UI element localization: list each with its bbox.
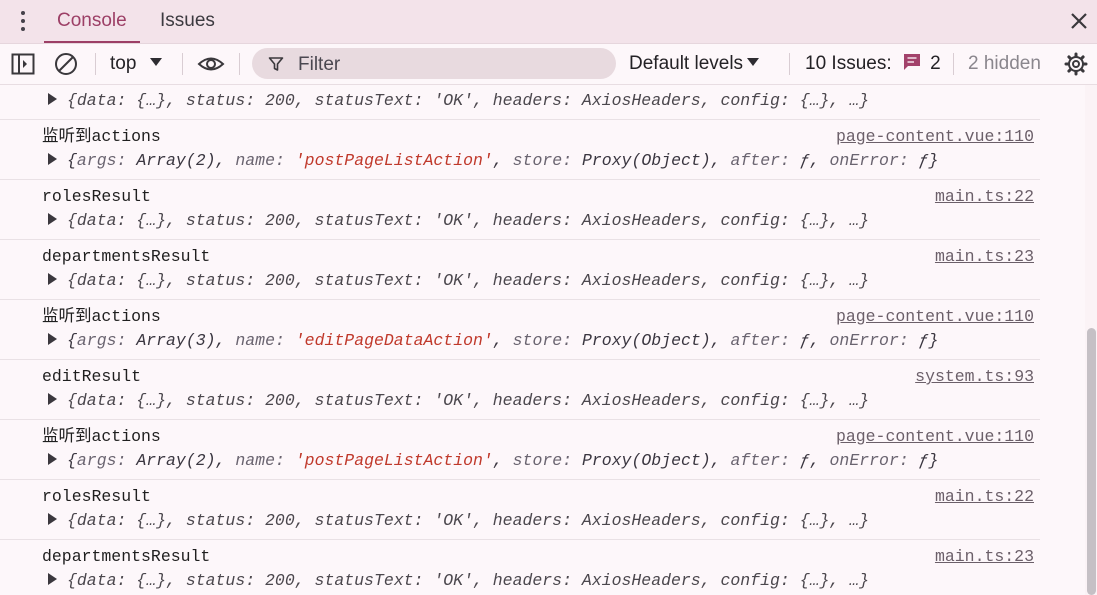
toolbar-divider [789,53,790,75]
expandable-object[interactable]: {data: {…}, status: 200, statusText: 'OK… [48,90,869,112]
action-name: 'postPageListAction' [294,451,493,470]
toolbar-divider [953,53,954,75]
expandable-object[interactable]: {data: {…}, status: 200, statusText: 'OK… [48,390,869,412]
expand-arrow-icon [48,92,57,105]
expandable-object[interactable]: {args: Array(3), name: 'editPageDataActi… [48,330,938,352]
expand-arrow-icon [48,512,57,525]
console-toolbar: top Default levels 10 Issues: 2 2 hidden [0,44,1097,85]
chevron-down-icon [747,57,760,66]
object-preview: {args: Array(2), name: 'postPageListActi… [67,151,939,170]
console-entry: 监听到actions page-content.vue:110 {args: Arr… [0,119,1040,180]
expandable-object[interactable]: {data: {…}, status: 200, statusText: 'OK… [48,270,869,292]
issues-label: 10 Issues: [805,53,892,74]
clear-console-icon[interactable] [54,52,78,76]
args-value: Array(3) [136,331,216,350]
object-preview: {data: {…}, status: 200, statusText: 'OK… [67,391,870,410]
source-link[interactable]: system.ts:93 [915,366,1034,388]
tab-console[interactable]: Console [44,0,140,43]
context-selector-label: top [110,53,137,74]
object-preview: {data: {…}, status: 200, statusText: 'OK… [67,511,870,530]
object-preview: {args: Array(2), name: 'postPageListActi… [67,451,939,470]
source-link[interactable]: page-content.vue:110 [836,426,1034,448]
action-name: 'editPageDataAction' [294,331,493,350]
more-options-icon[interactable] [14,8,32,34]
settings-gear-icon[interactable] [1064,52,1088,76]
object-preview: {args: Array(3), name: 'editPageDataActi… [67,331,939,350]
console-scrollbar[interactable] [1085,85,1097,595]
console-entry: {data: {…}, status: 200, statusText: 'OK… [0,85,1040,120]
log-message: 监听到actions [42,127,161,146]
console-entry: departmentsResult main.ts:23 {data: {…}, s… [0,239,1040,300]
log-message: rolesResult [42,187,151,206]
expand-arrow-icon [48,212,57,225]
expand-arrow-icon [48,572,57,585]
console-entry: 监听到actions page-content.vue:110 {args: Arr… [0,419,1040,480]
hidden-messages-count: 2 hidden [968,53,1041,74]
log-message: 监听到actions [42,307,161,326]
object-preview: {data: {…}, status: 200, statusText: 'OK… [67,91,870,110]
object-preview: {data: {…}, status: 200, statusText: 'OK… [67,571,870,590]
console-entry: rolesResult main.ts:22 {data: {…}, status:… [0,179,1040,240]
issues-counter[interactable]: 10 Issues: 2 [805,52,941,76]
source-link[interactable]: main.ts:22 [935,186,1034,208]
log-message: 监听到actions [42,427,161,446]
console-entry: departmentsResult main.ts:23 {data: {…}, s… [0,539,1040,595]
context-selector[interactable]: top [110,52,163,76]
args-value: Array(2) [136,451,216,470]
source-link[interactable]: page-content.vue:110 [836,306,1034,328]
scrollbar-thumb[interactable] [1087,328,1096,595]
toolbar-divider [182,53,183,75]
filter-bar [252,48,616,81]
expand-arrow-icon [48,152,57,165]
devtools-tab-bar: Console Issues [0,0,1097,44]
issue-message-icon [903,53,920,70]
chevron-down-icon [150,57,163,66]
close-icon[interactable] [1067,9,1091,33]
console-entry: editResult system.ts:93 {data: {…}, status… [0,359,1040,420]
console-messages: {data: {…}, status: 200, statusText: 'OK… [0,85,1085,595]
log-levels-dropdown[interactable]: Default levels [629,52,760,76]
source-link[interactable]: main.ts:22 [935,486,1034,508]
expandable-object[interactable]: {data: {…}, status: 200, statusText: 'OK… [48,570,869,592]
expand-arrow-icon [48,392,57,405]
args-value: Array(2) [136,151,216,170]
log-message: departmentsResult [42,547,211,566]
log-message: departmentsResult [42,247,211,266]
expand-arrow-icon [48,332,57,345]
source-link[interactable]: main.ts:23 [935,246,1034,268]
expandable-object[interactable]: {args: Array(2), name: 'postPageListActi… [48,450,938,472]
filter-input[interactable] [296,48,600,81]
toolbar-divider [95,53,96,75]
toolbar-divider [239,53,240,75]
expandable-object[interactable]: {args: Array(2), name: 'postPageListActi… [48,150,938,172]
console-entry: 监听到actions page-content.vue:110 {args: Arr… [0,299,1040,360]
tab-issues[interactable]: Issues [147,0,228,42]
expandable-object[interactable]: {data: {…}, status: 200, statusText: 'OK… [48,210,869,232]
action-name: 'postPageListAction' [294,151,493,170]
object-preview: {data: {…}, status: 200, statusText: 'OK… [67,271,870,290]
expandable-object[interactable]: {data: {…}, status: 200, statusText: 'OK… [48,510,869,532]
expand-arrow-icon [48,452,57,465]
sidebar-toggle-icon[interactable] [11,53,35,75]
source-link[interactable]: main.ts:23 [935,546,1034,568]
log-message: rolesResult [42,487,151,506]
object-preview: {data: {…}, status: 200, statusText: 'OK… [67,211,870,230]
filter-icon [268,57,284,71]
eye-icon[interactable] [197,53,225,75]
log-levels-label: Default levels [629,53,744,74]
expand-arrow-icon [48,272,57,285]
log-message: editResult [42,367,142,386]
source-link[interactable]: page-content.vue:110 [836,126,1034,148]
issues-count: 2 [930,53,941,74]
console-entry: rolesResult main.ts:22 {data: {…}, status:… [0,479,1040,540]
